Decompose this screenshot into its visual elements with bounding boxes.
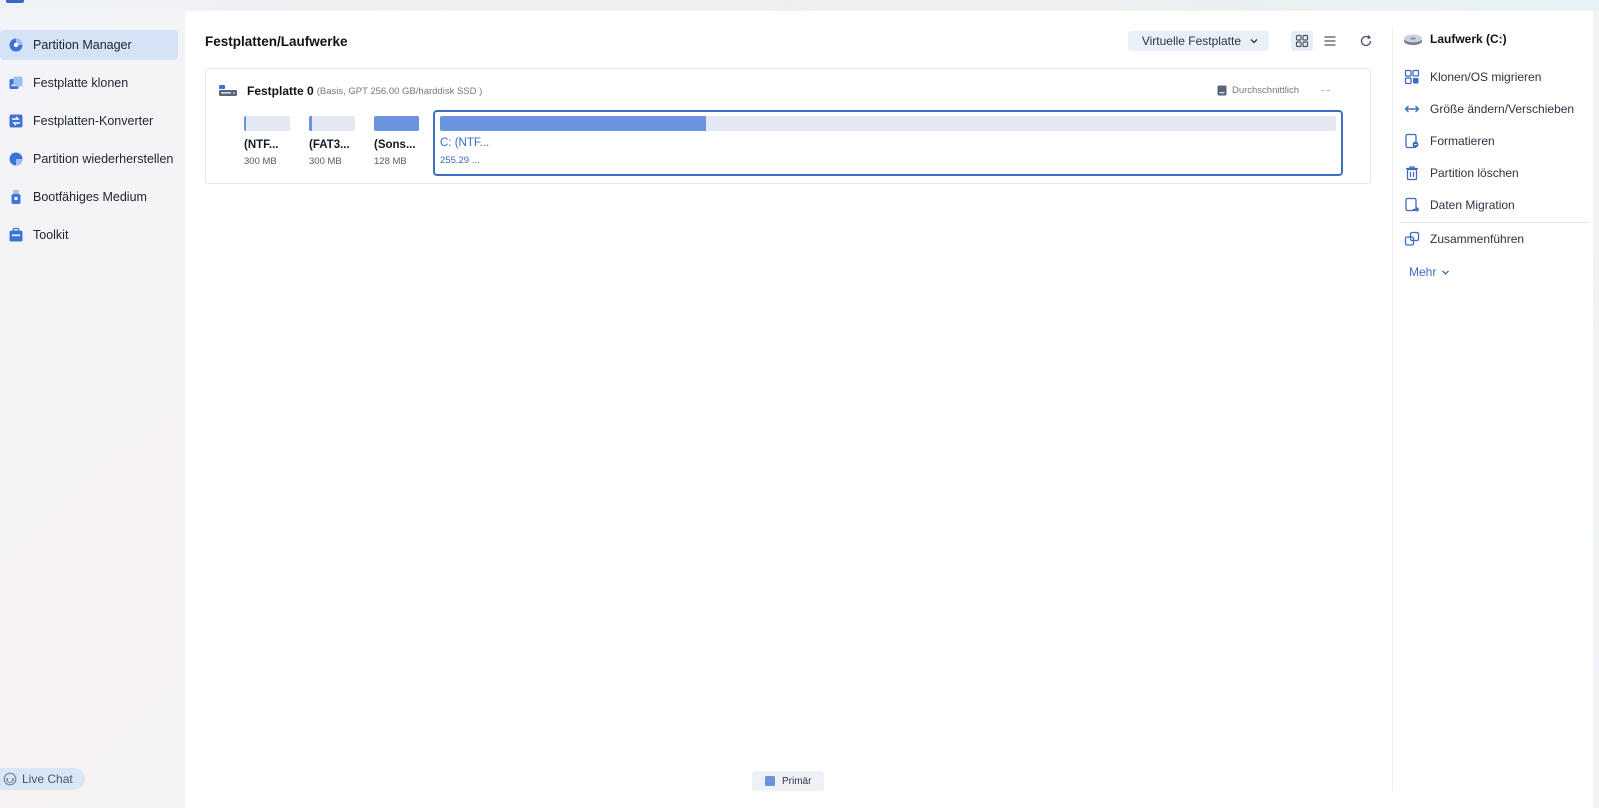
converter-icon [8,113,24,129]
toolkit-icon [8,227,24,243]
action-label: Zusammenführen [1430,232,1525,246]
chevron-down-icon [1249,36,1259,46]
action-label: Größe ändern/Verschieben [1430,102,1575,116]
partition-usage-bar [244,116,290,131]
recover-icon [8,151,24,167]
trash-icon [1404,165,1420,181]
partition-3[interactable]: (Sons... 128 MB [374,116,419,167]
partition-label: (FAT3... [309,139,350,151]
refresh-icon [1359,34,1373,48]
drive-header: Laufwerk (C:) [1403,31,1507,47]
sidebar-item-festplatte-klonen[interactable]: Festplatte klonen [0,68,178,98]
action-label: Formatieren [1430,134,1495,148]
action-list: Klonen/OS migrieren Größe ändern/Verschi… [1400,61,1589,279]
chevron-down-icon [1441,268,1450,277]
right-panel: Laufwerk (C:) Klonen/OS migrieren Größe … [1393,11,1593,808]
sidebar-item-partition-wiederherstellen[interactable]: Partition wiederherstellen [0,144,178,174]
action-clone-os[interactable]: Klonen/OS migrieren [1403,61,1589,93]
partition-usage-bar [440,116,1336,131]
clone-os-icon [1404,69,1420,85]
action-label: Daten Migration [1430,198,1515,212]
merge-icon [1404,231,1420,247]
sidebar-item-bootfahiges-medium[interactable]: Bootfähiges Medium [0,182,178,212]
list-view-button[interactable] [1319,31,1341,51]
usb-icon [8,189,24,205]
sidebar-item-festplatten-konverter[interactable]: Festplatten-Konverter [0,106,178,136]
partition-c-selected[interactable]: C: (NTF... 255.29 ... [433,110,1343,176]
sidebar-item-label: Bootfähiges Medium [33,190,147,204]
disk-name: Festplatte 0 [247,84,314,98]
sidebar-nav: Partition Manager Festplatte klonen Fest… [0,30,178,258]
partition-label: C: (NTF... [440,137,490,149]
partition-2[interactable]: (FAT3... 300 MB [309,116,355,167]
sidebar-item-label: Toolkit [33,228,69,242]
sidebar-item-partition-manager[interactable]: Partition Manager [0,30,178,60]
drive-icon [1403,31,1423,47]
partition-usage-bar [309,116,355,131]
partition-usage-fill [309,116,313,131]
page-title: Festplatten/Laufwerke [205,34,348,49]
disk-view: Festplatten/Laufwerke Virtuelle Festplat… [185,11,1392,808]
more-button[interactable]: Mehr [1409,265,1589,279]
partition-size: 300 MB [309,156,342,167]
partition-size: 300 MB [244,156,277,167]
virtual-disk-dropdown[interactable]: Virtuelle Festplatte [1127,31,1269,51]
sidebar: Partition Manager Festplatte klonen Fest… [0,0,185,808]
clone-icon [8,75,24,91]
toolbar: Virtuelle Festplatte [1127,31,1377,51]
grid-view-icon [1295,34,1309,48]
partition-usage-fill [374,116,419,131]
disk-health: Durchschnittlich [1231,85,1300,96]
health-icon [1217,85,1227,96]
action-label: Partition löschen [1430,166,1519,180]
grid-view-button[interactable] [1291,31,1313,51]
data-migration-icon [1404,197,1420,213]
drive-title: Laufwerk (C:) [1430,32,1507,46]
sidebar-item-label: Partition Manager [33,38,132,52]
partition-size: 255.29 ... [440,155,480,166]
live-chat-button[interactable]: Live Chat [0,768,85,790]
disk-card[interactable]: Festplatte 0 (Basis, GPT 256.00 GB/hardd… [205,68,1371,184]
hard-disk-icon [218,83,238,99]
main-panel: Festplatten/Laufwerke Virtuelle Festplat… [185,11,1593,808]
sidebar-item-label: Festplatte klonen [33,76,129,90]
refresh-button[interactable] [1355,31,1377,51]
partition-label: (Sons... [374,139,416,151]
disk-info: (Basis, GPT 256.00 GB/harddisk SSD ) [316,85,483,97]
partition-label: (NTF... [244,139,279,151]
format-icon [1404,133,1420,149]
sidebar-item-label: Partition wiederherstellen [33,152,174,166]
legend-swatch-primary [765,776,775,786]
disk-header: Festplatte 0 (Basis, GPT 256.00 GB/hardd… [218,83,482,99]
sidebar-item-label: Festplatten-Konverter [33,114,154,128]
pie-chart-icon [8,37,24,53]
chat-icon [3,772,17,786]
action-label: Klonen/OS migrieren [1430,70,1542,84]
virtual-disk-label: Virtuelle Festplatte [1141,34,1241,48]
action-format[interactable]: Formatieren [1403,125,1589,157]
partition-usage-fill [244,116,247,131]
title-bar [0,0,1599,10]
partition-usage-fill [440,116,707,131]
action-resize-move[interactable]: Größe ändern/Verschieben [1403,93,1589,125]
live-chat-label: Live Chat [22,772,73,786]
partition-size: 128 MB [374,156,407,167]
resize-icon [1404,101,1420,117]
disk-meta: Durchschnittlich - - [1217,85,1330,96]
partition-usage-bar [374,116,419,131]
sidebar-item-toolkit[interactable]: Toolkit [0,220,178,250]
legend: Primär [752,771,824,791]
disk-extra: - - [1321,85,1330,96]
action-delete-partition[interactable]: Partition löschen [1403,157,1589,189]
partition-1[interactable]: (NTF... 300 MB [244,116,290,167]
more-label: Mehr [1409,265,1437,279]
legend-label-primary: Primär [782,775,812,787]
action-data-migration[interactable]: Daten Migration [1403,189,1589,221]
list-view-icon [1323,34,1337,48]
action-merge[interactable]: Zusammenführen [1403,223,1589,255]
